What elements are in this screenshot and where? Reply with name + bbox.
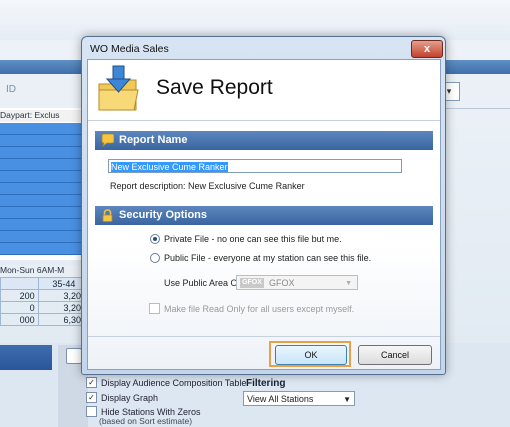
grid-row[interactable] <box>0 243 90 255</box>
background-results-table: 35-44 200 3,200 0 3,200 000 6,300 <box>0 277 91 326</box>
ok-button[interactable]: OK <box>275 345 347 365</box>
checkbox-sublabel: (based on Sort estimate) <box>99 416 193 426</box>
filtering-value: View All Stations <box>247 394 314 404</box>
grid-row[interactable] <box>0 135 90 147</box>
grid-row[interactable] <box>0 207 90 219</box>
station-logo: GFOX <box>240 278 264 288</box>
background-title-strip <box>0 0 510 40</box>
report-name-input[interactable]: New Exclusive Cume Ranker <box>108 159 402 173</box>
grid-row[interactable] <box>0 195 90 207</box>
speech-bubble-icon <box>101 134 114 147</box>
background-tool-icon[interactable] <box>66 348 82 364</box>
table-cell: 000 <box>0 313 39 326</box>
save-report-dialog: WO Media Sales x Save Report Report Name… <box>81 36 446 375</box>
table-row[interactable]: 000 6,300 <box>0 313 91 326</box>
report-description: Report description: New Exclusive Cume R… <box>110 181 305 191</box>
grid-row[interactable] <box>0 123 90 135</box>
header-divider <box>88 120 440 121</box>
background-nav-tab[interactable] <box>0 345 52 370</box>
background-daypart-label: Daypart: Exclus <box>0 110 90 122</box>
section-title: Security Options <box>119 209 208 221</box>
grid-row[interactable] <box>0 219 90 231</box>
checkbox-label: Display Audience Composition Table <box>101 377 247 388</box>
display-graph-checkbox-row[interactable]: ✓ Display Graph <box>86 392 158 403</box>
radio-label: Public File - everyone at my station can… <box>164 253 372 263</box>
checkbox-label: Make file Read Only for all users except… <box>164 303 355 314</box>
checkbox-label: Display Graph <box>101 392 159 403</box>
security-section-header: Security Options <box>95 206 433 225</box>
grid-row[interactable] <box>0 159 90 171</box>
table-cell: 0 <box>0 301 39 314</box>
public-area-select[interactable]: GFOX GFOX ▼ <box>236 275 358 290</box>
table-cell <box>0 277 39 290</box>
read-only-option[interactable]: Make file Read Only for all users except… <box>149 303 354 314</box>
background-toolbar-label: ID <box>6 84 16 95</box>
public-area-label: Use Public Area Of: <box>164 278 243 288</box>
dialog-window-title: WO Media Sales <box>90 43 169 55</box>
chevron-down-icon: ▼ <box>343 395 351 404</box>
dialog-heading: Save Report <box>156 76 273 99</box>
display-composition-checkbox-row[interactable]: ✓ Display Audience Composition Table <box>86 377 246 388</box>
checkbox-label: Hide Stations With Zeros <box>101 406 201 417</box>
public-area-value: GFOX <box>269 278 295 288</box>
checkbox[interactable]: ✓ <box>86 392 97 403</box>
grid-row[interactable] <box>0 147 90 159</box>
filtering-select[interactable]: View All Stations ▼ <box>243 391 355 406</box>
table-row[interactable]: 200 3,200 <box>0 289 91 302</box>
save-folder-icon <box>98 65 139 111</box>
cancel-button[interactable]: Cancel <box>358 345 432 365</box>
table-row[interactable]: 0 3,200 <box>0 301 91 314</box>
grid-row[interactable] <box>0 231 90 243</box>
report-name-value: New Exclusive Cume Ranker <box>111 162 228 172</box>
private-file-option[interactable]: Private File - no one can see this file … <box>150 234 342 244</box>
footer-divider <box>88 336 440 337</box>
radio-selected[interactable] <box>150 234 160 244</box>
checkbox[interactable] <box>149 303 160 314</box>
radio-unselected[interactable] <box>150 253 160 263</box>
table-cell: 200 <box>0 289 39 302</box>
chevron-down-icon: ▼ <box>345 280 352 287</box>
dialog-content: Save Report Report Name New Exclusive Cu… <box>87 59 441 370</box>
radio-label: Private File - no one can see this file … <box>164 234 342 244</box>
section-title: Report Name <box>119 134 188 146</box>
filtering-label: Filtering <box>246 378 286 389</box>
checkbox[interactable] <box>86 406 97 417</box>
grid-row[interactable] <box>0 183 90 195</box>
public-file-option[interactable]: Public File - everyone at my station can… <box>150 253 371 263</box>
background-table-title: Mon-Sun 6AM-M <box>0 265 90 277</box>
close-button[interactable]: x <box>411 40 443 58</box>
grid-row[interactable] <box>0 171 90 183</box>
lock-icon <box>102 209 113 222</box>
checkbox[interactable]: ✓ <box>86 377 97 388</box>
report-name-section-header: Report Name <box>95 131 433 150</box>
